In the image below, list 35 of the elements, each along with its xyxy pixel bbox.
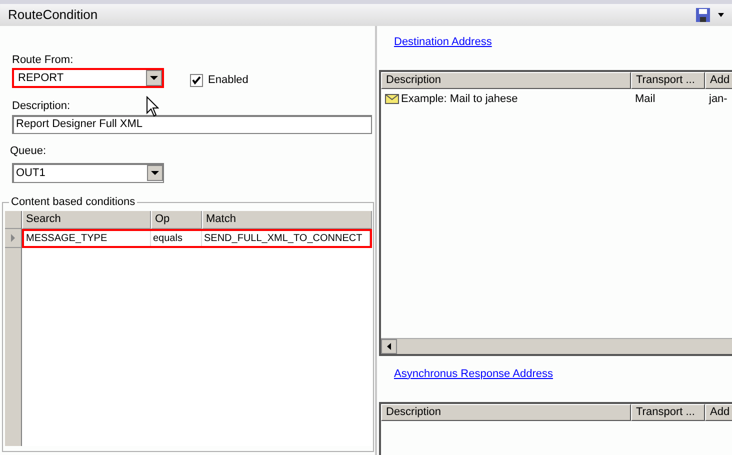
table-cell-text: jan- [709, 92, 728, 107]
column-header[interactable]: Transport ... [631, 404, 705, 421]
group-title: Content based conditions [9, 194, 138, 208]
checkbox[interactable] [190, 74, 203, 87]
horizontal-scrollbar[interactable] [381, 338, 732, 354]
envelope-icon [385, 94, 399, 104]
route-from-dropdown[interactable]: REPORT [12, 68, 164, 88]
table-cell: SEND_FULL_XML_TO_CONNECT [202, 230, 370, 246]
column-header[interactable]: Description [381, 404, 631, 421]
window-title: RouteCondition [8, 6, 99, 24]
table-cell: MESSAGE_TYPE [24, 230, 151, 246]
description-field[interactable]: Report Designer Full XML [12, 114, 372, 134]
queue-dropdown[interactable]: OUT1 [12, 162, 164, 182]
column-header[interactable]: Op [151, 210, 202, 228]
table-row[interactable]: MESSAGE_TYPE equals SEND_FULL_XML_TO_CONNECT [22, 228, 372, 248]
current-row-icon [11, 234, 15, 242]
column-header[interactable]: Match [202, 210, 372, 228]
table-cell-text: Mail [635, 92, 656, 107]
table-cell-text: Example: Mail to jahese [401, 92, 518, 107]
column-header[interactable]: Transport ... [631, 72, 705, 88]
mouse-pointer-icon [146, 96, 159, 117]
scroll-left-icon[interactable] [381, 338, 397, 354]
save-icon[interactable] [696, 8, 710, 22]
async-response-link[interactable]: Asynchronus Response Address [394, 366, 553, 382]
field-label: Description: [12, 98, 70, 112]
column-header[interactable]: Description [381, 72, 631, 88]
column-header[interactable]: Add [705, 404, 732, 421]
field-label: Route From: [12, 53, 74, 66]
table-cell: equals [151, 230, 202, 246]
field-label: Queue: [10, 144, 46, 156]
column-header[interactable]: Search [22, 210, 151, 228]
destination-address-link[interactable]: Destination Address [394, 36, 492, 48]
checkbox-label: Enabled [208, 73, 248, 88]
column-header[interactable]: Add [705, 72, 732, 88]
dropdown-arrow-icon[interactable] [718, 13, 724, 17]
